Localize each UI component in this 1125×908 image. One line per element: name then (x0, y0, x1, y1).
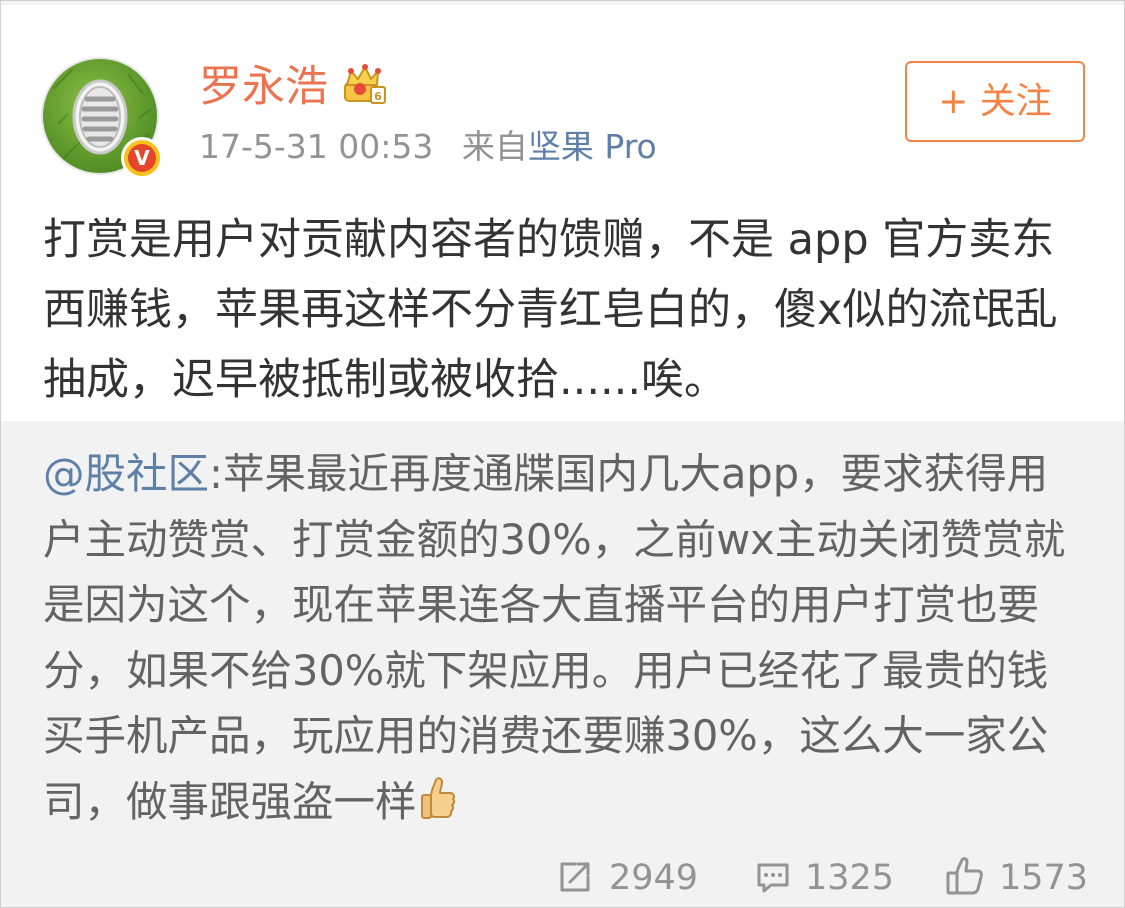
post-meta: 17-5-31 00:53 来自坚果 Pro (199, 125, 657, 169)
thumbs-up-icon (420, 776, 455, 819)
top-divider (1, 1, 1124, 5)
source-link[interactable]: 坚果 Pro (528, 127, 657, 166)
mention-link[interactable]: @股社区 (43, 449, 209, 498)
comment-icon (757, 863, 789, 893)
like-count: 1573 (999, 858, 1089, 898)
repost-text-block: @股社区:苹果最近再度通牒国内几大app，要求获得用户主动赞赏、打赏金额的30%… (43, 441, 1083, 834)
username[interactable]: 罗永浩 (199, 59, 328, 115)
like-icon (946, 857, 983, 895)
verified-badge-label: V (128, 144, 156, 172)
post-text: 打赏是用户对贡献内容者的馈赠，不是 app 官方卖东西赚钱，苹果再这样不分青红皂… (43, 215, 1058, 405)
source-prefix: 来自 (461, 127, 528, 166)
repost-count: 2949 (609, 858, 699, 898)
follow-button[interactable]: + 关注 (905, 61, 1085, 142)
verified-badge-icon: V (121, 137, 163, 179)
repost-icon (560, 862, 590, 892)
crown-icon: 6 (344, 64, 386, 104)
timestamp: 17-5-31 00:53 (199, 127, 434, 166)
comment-count: 1325 (805, 858, 895, 898)
weibo-post-card: V 罗永浩 6 17-5-31 00:53 来自坚果 Pro + 关注 打赏是用… (0, 0, 1125, 908)
svg-text:6: 6 (374, 90, 382, 103)
repost-text: :苹果最近再度通牒国内几大app，要求获得用户主动赞赏、打赏金额的30%，之前w… (43, 449, 1066, 826)
